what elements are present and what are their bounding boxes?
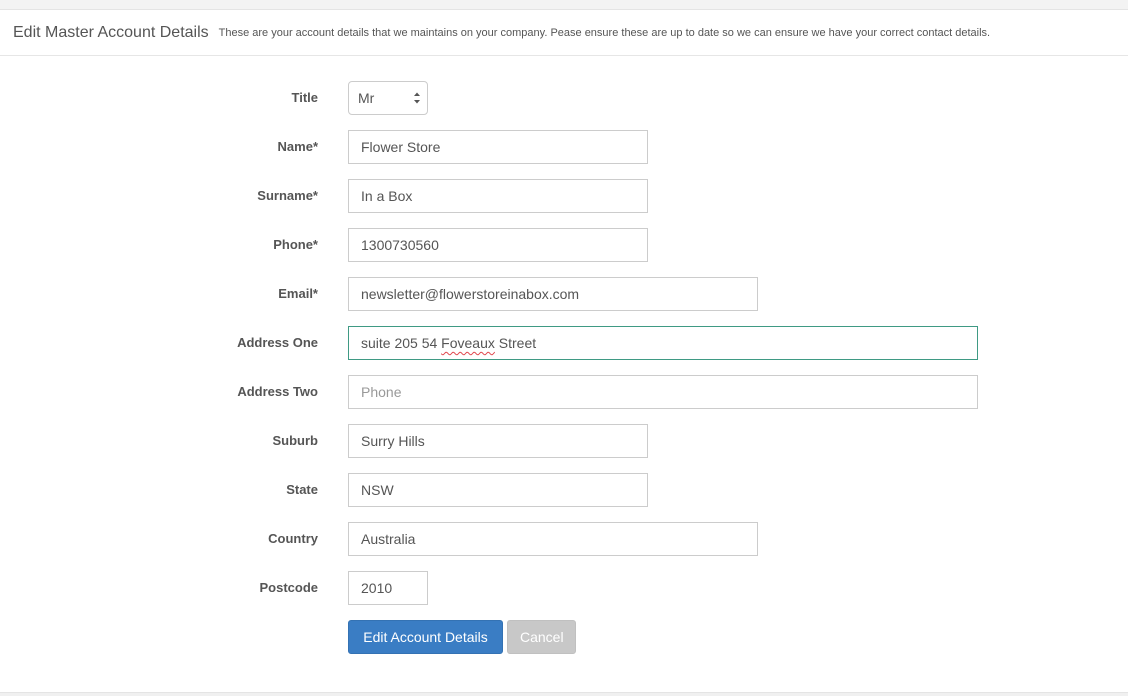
phone-label: Phone* <box>273 237 318 252</box>
title-select-value: Mr <box>358 90 375 106</box>
country-input[interactable] <box>348 522 758 556</box>
page-title: Edit Master Account Details <box>13 24 209 41</box>
form-row-phone: Phone* <box>0 228 1128 262</box>
form-row-address-two: Address Two <box>0 375 1128 409</box>
address-one-input[interactable]: suite 205 54 Foveaux Street <box>348 326 978 360</box>
select-arrows-icon <box>414 92 420 104</box>
email-label: Email* <box>278 286 318 301</box>
form-actions: Edit Account Details Cancel <box>0 620 1128 654</box>
address-two-label: Address Two <box>237 384 318 399</box>
form-row-surname: Surname* <box>0 179 1128 213</box>
suburb-label: Suburb <box>272 433 319 448</box>
surname-label: Surname* <box>257 188 318 203</box>
form-row-postcode: Postcode <box>0 571 1128 605</box>
cancel-button[interactable]: Cancel <box>507 620 576 654</box>
title-select[interactable]: Mr <box>348 81 428 115</box>
form-row-country: Country <box>0 522 1128 556</box>
country-label: Country <box>268 531 318 546</box>
misspelled-word: Foveaux <box>441 335 495 351</box>
address-one-label: Address One <box>237 335 318 350</box>
name-label: Name* <box>277 139 318 154</box>
top-strip <box>0 0 1128 10</box>
form-row-title: Title Mr <box>0 81 1128 115</box>
title-label: Title <box>291 90 319 105</box>
name-input[interactable] <box>348 130 648 164</box>
form-row-suburb: Suburb <box>0 424 1128 458</box>
state-label: State <box>286 482 318 497</box>
address-one-value: suite 205 54 Foveaux Street <box>361 335 537 351</box>
panel-header: Edit Master Account Details These are yo… <box>0 11 1128 56</box>
email-input[interactable] <box>348 277 758 311</box>
phone-input[interactable] <box>348 228 648 262</box>
state-input[interactable] <box>348 473 648 507</box>
postcode-input[interactable] <box>348 571 428 605</box>
postcode-label: Postcode <box>259 580 318 595</box>
form-row-name: Name* <box>0 130 1128 164</box>
bottom-strip <box>0 692 1128 696</box>
page-description: These are your account details that we m… <box>218 27 991 39</box>
suburb-input[interactable] <box>348 424 648 458</box>
form-row-email: Email* <box>0 277 1128 311</box>
form-row-address-one: Address One suite 205 54 Foveaux Street <box>0 326 1128 360</box>
form-row-state: State <box>0 473 1128 507</box>
address-two-input[interactable] <box>348 375 978 409</box>
surname-input[interactable] <box>348 179 648 213</box>
edit-account-details-button[interactable]: Edit Account Details <box>348 620 503 654</box>
